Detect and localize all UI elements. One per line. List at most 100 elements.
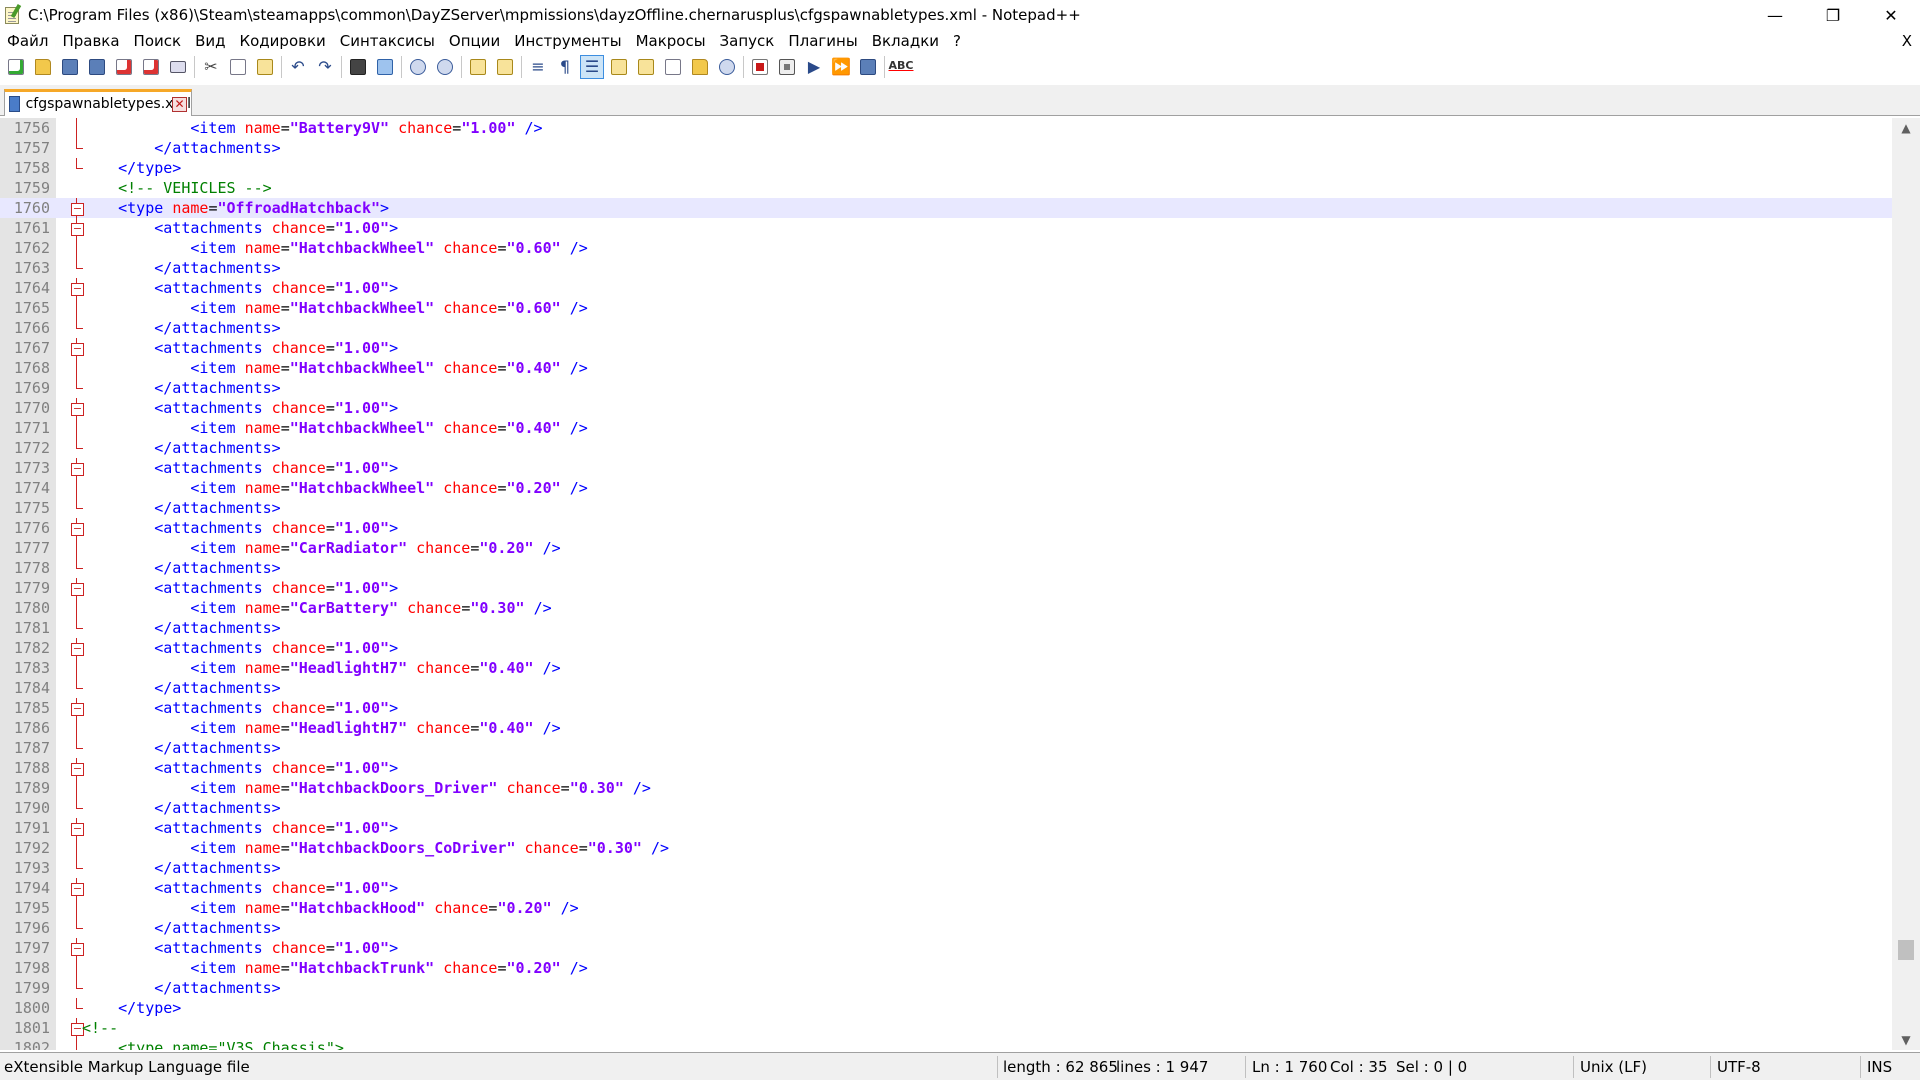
menu-view[interactable]: Вид <box>188 30 232 52</box>
code-line[interactable]: 1778 </attachments> <box>0 558 1892 578</box>
macro-play-icon[interactable]: ▶ <box>802 55 826 79</box>
save-all-icon[interactable] <box>85 55 109 79</box>
code-line[interactable]: 1780 <item name="CarBattery" chance="0.3… <box>0 598 1892 618</box>
code-line[interactable]: 1760 <type name="OffroadHatchback"> <box>0 198 1892 218</box>
menu-window[interactable]: Вкладки <box>865 30 946 52</box>
code-line[interactable]: 1783 <item name="HeadlightH7" chance="0.… <box>0 658 1892 678</box>
code-line[interactable]: 1758 </type> <box>0 158 1892 178</box>
code-line[interactable]: 1800 </type> <box>0 998 1892 1018</box>
code-line[interactable]: 1777 <item name="CarRadiator" chance="0.… <box>0 538 1892 558</box>
monitoring-icon[interactable] <box>715 55 739 79</box>
menu-tools[interactable]: Инструменты <box>507 30 628 52</box>
code-line[interactable]: 1757 </attachments> <box>0 138 1892 158</box>
close-window-button[interactable]: ✕ <box>1862 0 1920 30</box>
code-line[interactable]: 1767 <attachments chance="1.00"> <box>0 338 1892 358</box>
code-line[interactable]: 1791 <attachments chance="1.00"> <box>0 818 1892 838</box>
code-line[interactable]: 1788 <attachments chance="1.00"> <box>0 758 1892 778</box>
code-editor[interactable]: 1756 <item name="Battery9V" chance="1.00… <box>0 118 1920 1050</box>
undo-icon[interactable]: ↶ <box>286 55 310 79</box>
code-line[interactable]: 1787 </attachments> <box>0 738 1892 758</box>
code-line[interactable]: 1776 <attachments chance="1.00"> <box>0 518 1892 538</box>
indent-guide-icon[interactable]: ☰ <box>580 55 604 79</box>
sync-horizontal-icon[interactable] <box>493 55 517 79</box>
redo-icon[interactable]: ↷ <box>313 55 337 79</box>
status-insert-mode[interactable]: INS <box>1863 1053 1892 1080</box>
zoom-in-icon[interactable] <box>406 55 430 79</box>
code-line[interactable]: 1792 <item name="HatchbackDoors_CoDriver… <box>0 838 1892 858</box>
cut-icon[interactable]: ✂ <box>199 55 223 79</box>
vertical-scrollbar[interactable]: ▲ ▼ <box>1892 118 1920 1050</box>
code-line[interactable]: 1802 <type name="V3S_Chassis"> <box>0 1038 1892 1050</box>
menu-run[interactable]: Запуск <box>713 30 782 52</box>
code-line[interactable]: 1790 </attachments> <box>0 798 1892 818</box>
code-line[interactable]: 1759 <!-- VEHICLES --> <box>0 178 1892 198</box>
scrollbar-thumb[interactable] <box>1898 940 1914 960</box>
scroll-up-arrow-icon[interactable]: ▲ <box>1892 118 1920 138</box>
code-line[interactable]: 1775 </attachments> <box>0 498 1892 518</box>
code-line[interactable]: 1768 <item name="HatchbackWheel" chance=… <box>0 358 1892 378</box>
menu-encoding[interactable]: Кодировки <box>232 30 332 52</box>
code-line[interactable]: 1797 <attachments chance="1.00"> <box>0 938 1892 958</box>
status-eol-format[interactable]: Unix (LF) <box>1576 1053 1647 1080</box>
code-line[interactable]: 1798 <item name="HatchbackTrunk" chance=… <box>0 958 1892 978</box>
code-line[interactable]: 1771 <item name="HatchbackWheel" chance=… <box>0 418 1892 438</box>
macro-record-icon[interactable] <box>748 55 772 79</box>
close-tab-icon[interactable]: ✕ <box>172 97 187 112</box>
macro-stop-icon[interactable] <box>775 55 799 79</box>
new-file-icon[interactable] <box>4 55 28 79</box>
close-all-icon[interactable] <box>139 55 163 79</box>
user-defined-language-icon[interactable] <box>607 55 631 79</box>
code-line[interactable]: 1773 <attachments chance="1.00"> <box>0 458 1892 478</box>
macro-save-icon[interactable] <box>856 55 880 79</box>
code-line[interactable]: 1770 <attachments chance="1.00"> <box>0 398 1892 418</box>
menu-language[interactable]: Синтаксисы <box>333 30 442 52</box>
scroll-down-arrow-icon[interactable]: ▼ <box>1892 1030 1920 1050</box>
code-line[interactable]: 1756 <item name="Battery9V" chance="1.00… <box>0 118 1892 138</box>
close-file-icon[interactable] <box>112 55 136 79</box>
code-line[interactable]: 1799 </attachments> <box>0 978 1892 998</box>
code-line[interactable]: 1772 </attachments> <box>0 438 1892 458</box>
close-document-button[interactable]: X <box>1902 30 1912 52</box>
zoom-out-icon[interactable] <box>433 55 457 79</box>
tab-cfgspawnabletypes[interactable]: cfgspawnabletypes.xml ✕ <box>4 89 192 116</box>
code-line[interactable]: 1762 <item name="HatchbackWheel" chance=… <box>0 238 1892 258</box>
code-line[interactable]: 1763 </attachments> <box>0 258 1892 278</box>
code-line[interactable]: 1801 <!-- <box>0 1018 1892 1038</box>
code-line[interactable]: 1774 <item name="HatchbackWheel" chance=… <box>0 478 1892 498</box>
code-line[interactable]: 1794 <attachments chance="1.00"> <box>0 878 1892 898</box>
sync-vertical-icon[interactable] <box>466 55 490 79</box>
copy-icon[interactable] <box>226 55 250 79</box>
spell-check-icon[interactable]: ABC <box>889 55 914 79</box>
print-icon[interactable] <box>166 55 190 79</box>
find-icon[interactable] <box>346 55 370 79</box>
document-map-icon[interactable] <box>634 55 658 79</box>
macro-run-multiple-icon[interactable]: ⏩ <box>829 55 853 79</box>
code-line[interactable]: 1795 <item name="HatchbackHood" chance="… <box>0 898 1892 918</box>
code-line[interactable]: 1761 <attachments chance="1.00"> <box>0 218 1892 238</box>
code-line[interactable]: 1764 <attachments chance="1.00"> <box>0 278 1892 298</box>
function-list-icon[interactable] <box>661 55 685 79</box>
maximize-button[interactable]: ❐ <box>1804 0 1862 30</box>
status-encoding[interactable]: UTF-8 <box>1713 1053 1761 1080</box>
paste-icon[interactable] <box>253 55 277 79</box>
code-line[interactable]: 1781 </attachments> <box>0 618 1892 638</box>
code-line[interactable]: 1789 <item name="HatchbackDoors_Driver" … <box>0 778 1892 798</box>
code-line[interactable]: 1784 </attachments> <box>0 678 1892 698</box>
menu-plugins[interactable]: Плагины <box>781 30 864 52</box>
code-line[interactable]: 1765 <item name="HatchbackWheel" chance=… <box>0 298 1892 318</box>
code-line[interactable]: 1769 </attachments> <box>0 378 1892 398</box>
minimize-button[interactable]: — <box>1746 0 1804 30</box>
show-all-characters-icon[interactable]: ¶ <box>553 55 577 79</box>
code-line[interactable]: 1779 <attachments chance="1.00"> <box>0 578 1892 598</box>
save-icon[interactable] <box>58 55 82 79</box>
code-line[interactable]: 1785 <attachments chance="1.00"> <box>0 698 1892 718</box>
code-line[interactable]: 1782 <attachments chance="1.00"> <box>0 638 1892 658</box>
open-file-icon[interactable] <box>31 55 55 79</box>
code-line[interactable]: 1766 </attachments> <box>0 318 1892 338</box>
menu-edit[interactable]: Правка <box>55 30 126 52</box>
menu-search[interactable]: Поиск <box>127 30 189 52</box>
menu-file[interactable]: Файл <box>0 30 55 52</box>
code-line[interactable]: 1793 </attachments> <box>0 858 1892 878</box>
replace-icon[interactable] <box>373 55 397 79</box>
menu-help[interactable]: ? <box>946 30 968 52</box>
